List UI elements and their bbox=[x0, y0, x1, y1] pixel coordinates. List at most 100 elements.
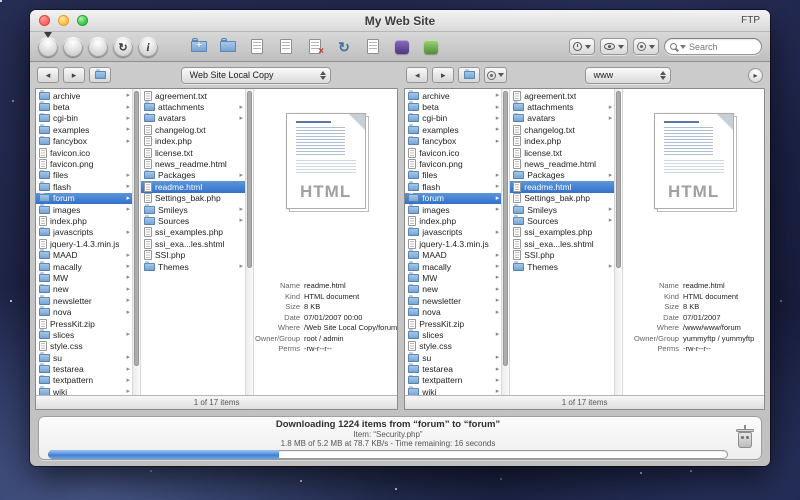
file-row[interactable]: SSI.php bbox=[141, 249, 245, 260]
file-row[interactable]: archive▸ bbox=[36, 90, 132, 101]
delete-item-button[interactable] bbox=[305, 37, 325, 57]
file-row[interactable]: license.txt bbox=[141, 147, 245, 158]
folder-actions-button[interactable] bbox=[484, 67, 507, 83]
file-row[interactable]: su▸ bbox=[405, 352, 501, 363]
file-row[interactable]: ssi_exa...les.shtml bbox=[141, 238, 245, 249]
file-row[interactable]: testarea▸ bbox=[405, 363, 501, 374]
back-button[interactable]: ◂ bbox=[37, 67, 59, 83]
scrollbar-thumb[interactable] bbox=[247, 91, 252, 268]
file-row[interactable]: cgi-bin▸ bbox=[405, 113, 501, 124]
file-row[interactable]: readme.html bbox=[141, 181, 245, 192]
history-menu-button[interactable] bbox=[569, 38, 595, 55]
file-row[interactable]: license.txt bbox=[510, 147, 614, 158]
file-row[interactable]: Themes▸ bbox=[510, 261, 614, 272]
file-row[interactable]: ssi_examples.php bbox=[141, 227, 245, 238]
file-row[interactable]: avatars▸ bbox=[510, 113, 614, 124]
file-row[interactable]: cgi-bin▸ bbox=[36, 113, 132, 124]
file-row[interactable]: beta▸ bbox=[405, 101, 501, 112]
file-row[interactable]: jquery-1.4.3.min.js bbox=[405, 238, 501, 249]
forward-button[interactable]: ▸ bbox=[63, 67, 85, 83]
file-row[interactable]: nova▸ bbox=[36, 306, 132, 317]
file-row[interactable]: wiki▸ bbox=[405, 386, 501, 395]
pause-button[interactable] bbox=[88, 37, 108, 57]
remote-path-popup[interactable]: www bbox=[585, 67, 671, 84]
view-menu-button[interactable] bbox=[600, 38, 628, 55]
action-menu-button[interactable] bbox=[633, 38, 659, 55]
file-row[interactable]: Smileys▸ bbox=[510, 204, 614, 215]
file-row[interactable]: Settings_bak.php bbox=[141, 193, 245, 204]
file-row[interactable]: favicon.ico bbox=[36, 147, 132, 158]
remote-column-1[interactable]: archive▸beta▸cgi-bin▸examples▸fancybox▸f… bbox=[405, 89, 501, 395]
file-row[interactable]: index.php bbox=[141, 136, 245, 147]
scrollbar[interactable] bbox=[245, 89, 254, 395]
back-button[interactable]: ◂ bbox=[406, 67, 428, 83]
new-folder-small-button[interactable] bbox=[458, 67, 480, 83]
info-button[interactable] bbox=[138, 37, 158, 57]
file-row[interactable]: attachments▸ bbox=[510, 101, 614, 112]
file-row[interactable]: index.php bbox=[405, 215, 501, 226]
file-row[interactable]: files▸ bbox=[405, 170, 501, 181]
app-badge-purple-button[interactable] bbox=[392, 37, 412, 57]
file-row[interactable]: archive▸ bbox=[405, 90, 501, 101]
file-row[interactable]: news_readme.html bbox=[510, 158, 614, 169]
file-row[interactable]: Smileys▸ bbox=[141, 204, 245, 215]
new-folder-small-button[interactable] bbox=[89, 67, 111, 83]
file-row[interactable]: PressKit.zip bbox=[36, 318, 132, 329]
edit-file-button[interactable] bbox=[276, 37, 296, 57]
file-row[interactable]: textpattern▸ bbox=[405, 375, 501, 386]
file-row[interactable]: index.php bbox=[510, 136, 614, 147]
file-row[interactable]: Packages▸ bbox=[141, 170, 245, 181]
file-row[interactable]: index.php bbox=[36, 215, 132, 226]
file-row[interactable]: MW▸ bbox=[36, 272, 132, 283]
file-row[interactable]: newsletter▸ bbox=[405, 295, 501, 306]
file-row[interactable]: testarea▸ bbox=[36, 363, 132, 374]
file-row[interactable]: PressKit.zip bbox=[405, 318, 501, 329]
file-row[interactable]: favicon.png bbox=[36, 158, 132, 169]
file-row[interactable]: slices▸ bbox=[36, 329, 132, 340]
file-row[interactable]: favicon.png bbox=[405, 158, 501, 169]
file-row[interactable]: examples▸ bbox=[405, 124, 501, 135]
file-row[interactable]: readme.html bbox=[510, 181, 614, 192]
file-row[interactable]: fancybox▸ bbox=[405, 136, 501, 147]
file-row[interactable]: jquery-1.4.3.min.js bbox=[36, 238, 132, 249]
file-row[interactable]: images▸ bbox=[36, 204, 132, 215]
file-row[interactable]: su▸ bbox=[36, 352, 132, 363]
app-badge-green-button[interactable] bbox=[421, 37, 441, 57]
file-row[interactable]: SSI.php bbox=[510, 249, 614, 260]
file-row[interactable]: Themes▸ bbox=[141, 261, 245, 272]
file-row[interactable]: flash▸ bbox=[405, 181, 501, 192]
file-row[interactable]: javascripts▸ bbox=[36, 227, 132, 238]
file-row[interactable]: Packages▸ bbox=[510, 170, 614, 181]
file-row[interactable]: textpattern▸ bbox=[36, 375, 132, 386]
synchronize-folders-button[interactable] bbox=[218, 37, 238, 57]
file-row[interactable]: changelog.txt bbox=[141, 124, 245, 135]
remote-column-2[interactable]: agreement.txtattachments▸avatars▸changel… bbox=[510, 89, 614, 395]
file-row[interactable]: favicon.ico bbox=[405, 147, 501, 158]
local-path-popup[interactable]: Web Site Local Copy bbox=[181, 67, 331, 84]
forward-button[interactable]: ▸ bbox=[432, 67, 454, 83]
scrollbar-thumb[interactable] bbox=[134, 91, 139, 366]
new-folder-button[interactable] bbox=[189, 37, 209, 57]
local-column-2[interactable]: agreement.txtattachments▸avatars▸changel… bbox=[141, 89, 245, 395]
file-row[interactable]: Sources▸ bbox=[141, 215, 245, 226]
file-row[interactable]: macally▸ bbox=[405, 261, 501, 272]
start-transfer-button[interactable] bbox=[38, 37, 58, 57]
file-row[interactable]: MW▸ bbox=[405, 272, 501, 283]
file-row[interactable]: examples▸ bbox=[36, 124, 132, 135]
file-row[interactable]: forum▸ bbox=[405, 193, 501, 204]
file-row[interactable]: avatars▸ bbox=[141, 113, 245, 124]
file-row[interactable]: javascripts▸ bbox=[405, 227, 501, 238]
file-row[interactable]: macally▸ bbox=[36, 261, 132, 272]
scrollbar-thumb[interactable] bbox=[503, 91, 508, 366]
file-row[interactable]: beta▸ bbox=[36, 101, 132, 112]
local-column-1[interactable]: archive▸beta▸cgi-bin▸examples▸fancybox▸f… bbox=[36, 89, 132, 395]
search-field[interactable] bbox=[664, 38, 762, 55]
scrollbar[interactable] bbox=[614, 89, 623, 395]
file-row[interactable]: MAAD▸ bbox=[36, 249, 132, 260]
retry-button[interactable] bbox=[113, 37, 133, 57]
file-row[interactable]: fancybox▸ bbox=[36, 136, 132, 147]
file-row[interactable]: agreement.txt bbox=[141, 90, 245, 101]
file-row[interactable]: news_readme.html bbox=[141, 158, 245, 169]
new-file-button[interactable] bbox=[247, 37, 267, 57]
file-row[interactable]: changelog.txt bbox=[510, 124, 614, 135]
